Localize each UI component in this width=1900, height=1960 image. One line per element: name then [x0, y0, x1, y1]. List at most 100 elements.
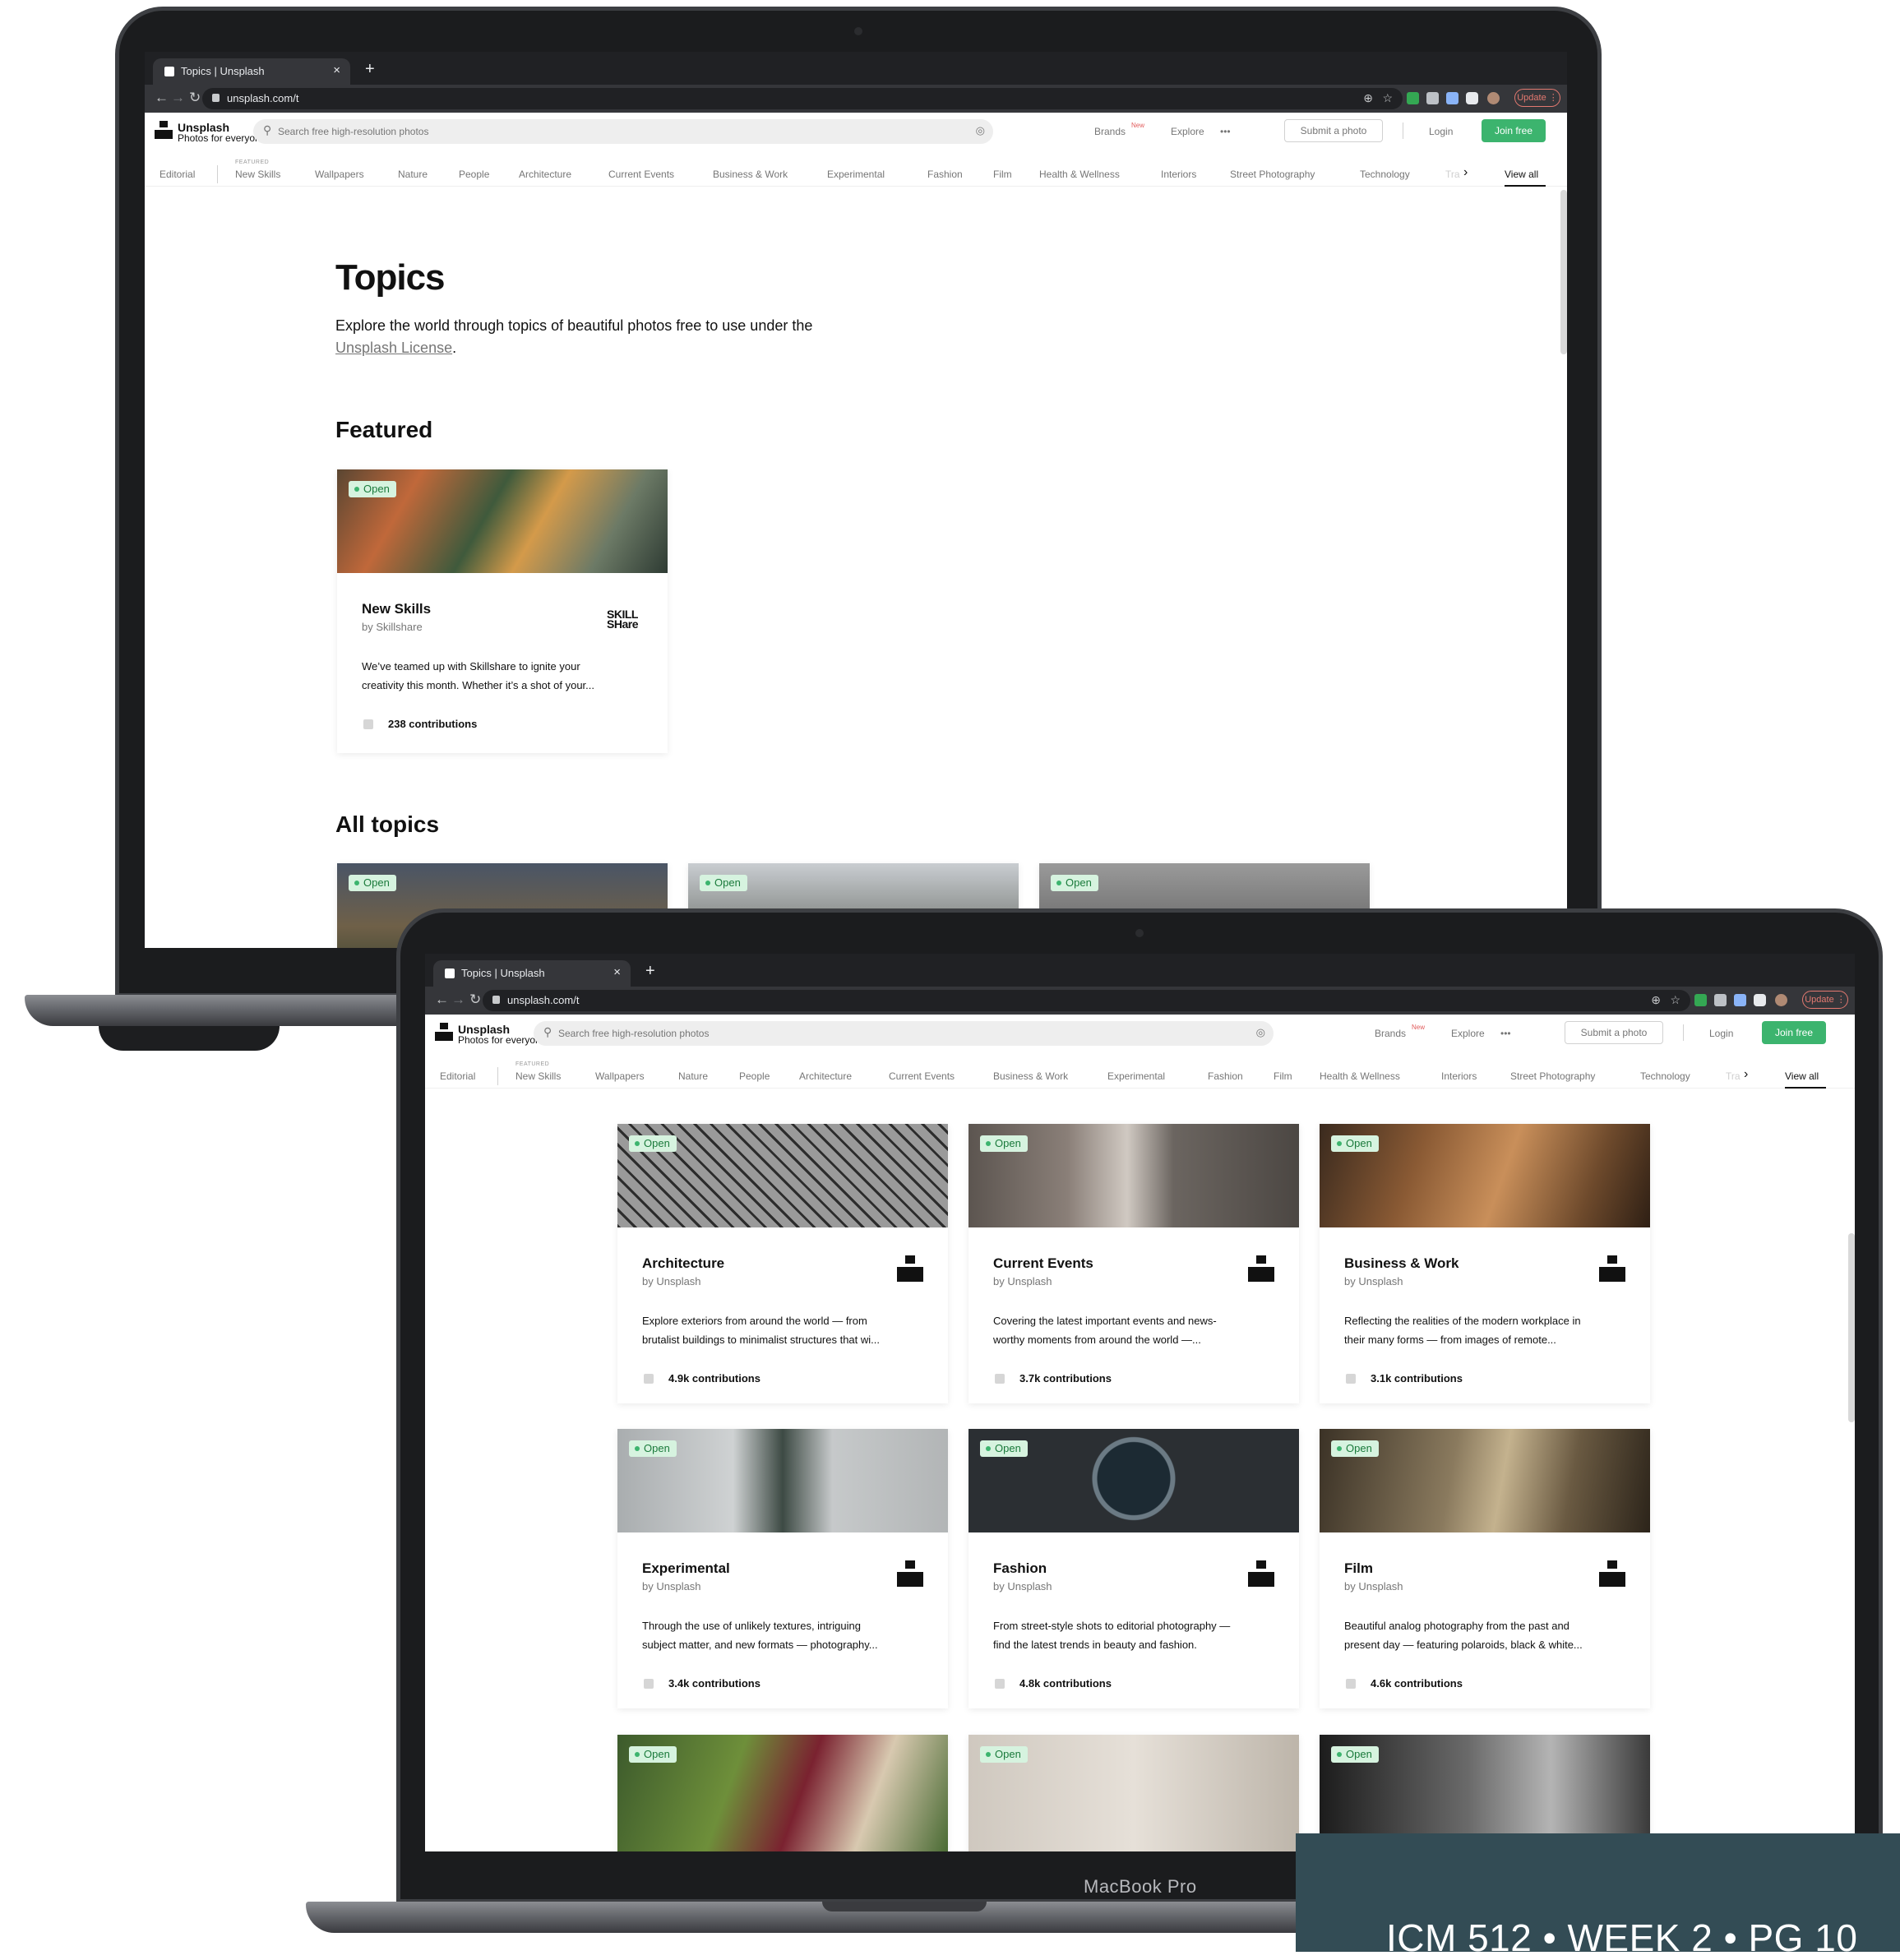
install-icon[interactable]: ⊕: [1651, 993, 1661, 1007]
chevron-right-icon[interactable]: ›: [1463, 165, 1468, 180]
brands-link[interactable]: Brands: [1094, 126, 1126, 137]
tab-new-skills[interactable]: New Skills: [235, 169, 280, 180]
tab-interiors[interactable]: Interiors: [1441, 1070, 1477, 1082]
tab-nature[interactable]: Nature: [398, 169, 428, 180]
unsplash-logo-icon[interactable]: [155, 121, 173, 139]
extension-green-icon[interactable]: [1407, 92, 1419, 104]
search-input[interactable]: ⚲ Search free high-resolution photos ◎: [253, 119, 993, 144]
address-bar[interactable]: unsplash.com/t ⊕ ☆: [483, 990, 1690, 1011]
topic-card-fashion[interactable]: Open Fashion by Unsplash From street-sty…: [968, 1429, 1299, 1708]
tab-editorial[interactable]: Editorial: [440, 1070, 475, 1082]
tab-architecture[interactable]: Architecture: [519, 169, 571, 180]
unsplash-logo-icon[interactable]: [435, 1023, 453, 1041]
update-button[interactable]: Update ⋮: [1514, 89, 1560, 107]
tab-wallpapers[interactable]: Wallpapers: [315, 169, 364, 180]
brands-new-badge: New: [1412, 1024, 1426, 1031]
forward-icon[interactable]: →: [171, 90, 185, 106]
tab-people[interactable]: People: [459, 169, 489, 180]
extension-grey-icon[interactable]: [1426, 92, 1439, 104]
view-all-link[interactable]: View all: [1505, 169, 1538, 180]
new-tab-icon[interactable]: +: [365, 60, 375, 79]
extension-screen-icon[interactable]: [1446, 92, 1459, 104]
address-bar[interactable]: unsplash.com/t ⊕ ☆: [202, 88, 1403, 109]
install-icon[interactable]: ⊕: [1363, 91, 1373, 105]
nav-divider: [217, 165, 218, 183]
login-link[interactable]: Login: [1709, 1028, 1733, 1039]
extension-green-icon[interactable]: [1694, 994, 1707, 1006]
tab-travel[interactable]: Tra: [1726, 1070, 1741, 1082]
extension-grey-icon[interactable]: [1714, 994, 1727, 1006]
tab-nature[interactable]: Nature: [678, 1070, 708, 1082]
tab-experimental[interactable]: Experimental: [827, 169, 885, 180]
back-icon[interactable]: ←: [435, 992, 449, 1008]
card-contributions: 3.4k contributions: [668, 1677, 760, 1690]
submit-photo-button[interactable]: Submit a photo: [1284, 119, 1383, 142]
tab-technology[interactable]: Technology: [1360, 169, 1410, 180]
card-by: by Unsplash: [1344, 1580, 1403, 1592]
tab-interiors[interactable]: Interiors: [1161, 169, 1196, 180]
back-icon[interactable]: ←: [155, 90, 169, 106]
profile-avatar[interactable]: [1487, 92, 1500, 104]
featured-card-new-skills[interactable]: Open New Skills by Skillshare SKILL SHar…: [337, 469, 668, 753]
visual-search-icon[interactable]: ◎: [1256, 1026, 1265, 1039]
tab-architecture[interactable]: Architecture: [799, 1070, 852, 1082]
update-button[interactable]: Update ⋮: [1802, 991, 1848, 1009]
tab-street-photography[interactable]: Street Photography: [1230, 169, 1315, 180]
topic-card-row3-1[interactable]: Open: [617, 1735, 948, 1851]
page-scrollbar[interactable]: [1848, 1233, 1855, 1422]
topic-card-current-events[interactable]: Open Current Events by Unsplash Covering…: [968, 1124, 1299, 1403]
tab-travel[interactable]: Tra: [1445, 169, 1460, 180]
forward-icon[interactable]: →: [451, 992, 465, 1008]
login-link[interactable]: Login: [1429, 126, 1453, 137]
bookmark-star-icon[interactable]: ☆: [1382, 91, 1393, 105]
tab-current-events[interactable]: Current Events: [889, 1070, 955, 1082]
extensions-puzzle-icon[interactable]: [1754, 994, 1766, 1006]
reload-icon[interactable]: ↻: [189, 90, 201, 106]
tab-close-icon[interactable]: ×: [333, 63, 340, 77]
tab-street-photography[interactable]: Street Photography: [1510, 1070, 1595, 1082]
more-icon[interactable]: •••: [1500, 1028, 1511, 1039]
reload-icon[interactable]: ↻: [469, 992, 481, 1008]
topic-card-architecture[interactable]: Open Architecture by Unsplash Explore ex…: [617, 1124, 948, 1403]
tab-experimental[interactable]: Experimental: [1107, 1070, 1165, 1082]
topic-card-row3-2[interactable]: Open: [968, 1735, 1299, 1851]
tab-film[interactable]: Film: [1274, 1070, 1292, 1082]
browser-tab[interactable]: Topics | Unsplash ×: [433, 960, 631, 987]
join-free-button[interactable]: Join free: [1762, 1021, 1826, 1044]
tab-people[interactable]: People: [739, 1070, 770, 1082]
tab-current-events[interactable]: Current Events: [608, 169, 674, 180]
browser-tab[interactable]: Topics | Unsplash ×: [153, 58, 350, 85]
profile-avatar[interactable]: [1775, 994, 1787, 1006]
explore-link[interactable]: Explore: [1171, 126, 1204, 137]
tab-wallpapers[interactable]: Wallpapers: [595, 1070, 645, 1082]
tab-technology[interactable]: Technology: [1640, 1070, 1690, 1082]
chevron-right-icon[interactable]: ›: [1744, 1067, 1748, 1082]
topic-card-business-work[interactable]: Open Business & Work by Unsplash Reflect…: [1320, 1124, 1650, 1403]
tab-fashion[interactable]: Fashion: [1208, 1070, 1243, 1082]
tab-film[interactable]: Film: [993, 169, 1012, 180]
topic-card-film[interactable]: Open Film by Unsplash Beautiful analog p…: [1320, 1429, 1650, 1708]
tab-new-skills[interactable]: New Skills: [515, 1070, 561, 1082]
join-free-button[interactable]: Join free: [1482, 119, 1546, 142]
explore-link[interactable]: Explore: [1451, 1028, 1485, 1039]
tab-business-work[interactable]: Business & Work: [993, 1070, 1068, 1082]
tab-business-work[interactable]: Business & Work: [713, 169, 788, 180]
brands-link[interactable]: Brands: [1375, 1028, 1406, 1039]
extensions-puzzle-icon[interactable]: [1466, 92, 1478, 104]
new-tab-icon[interactable]: +: [645, 962, 655, 981]
tab-health-wellness[interactable]: Health & Wellness: [1320, 1070, 1400, 1082]
submit-photo-button[interactable]: Submit a photo: [1565, 1021, 1663, 1044]
tab-fashion[interactable]: Fashion: [927, 169, 963, 180]
tab-close-icon[interactable]: ×: [613, 965, 621, 979]
tab-editorial[interactable]: Editorial: [159, 169, 195, 180]
license-link[interactable]: Unsplash License: [335, 340, 452, 356]
tab-health-wellness[interactable]: Health & Wellness: [1039, 169, 1120, 180]
more-icon[interactable]: •••: [1220, 126, 1231, 137]
page-scrollbar[interactable]: [1560, 190, 1567, 354]
view-all-link[interactable]: View all: [1785, 1070, 1819, 1082]
visual-search-icon[interactable]: ◎: [976, 124, 985, 137]
extension-screen-icon[interactable]: [1734, 994, 1746, 1006]
topic-card-experimental[interactable]: Open Experimental by Unsplash Through th…: [617, 1429, 948, 1708]
search-input[interactable]: ⚲ Search free high-resolution photos ◎: [534, 1021, 1274, 1046]
bookmark-star-icon[interactable]: ☆: [1670, 993, 1680, 1007]
